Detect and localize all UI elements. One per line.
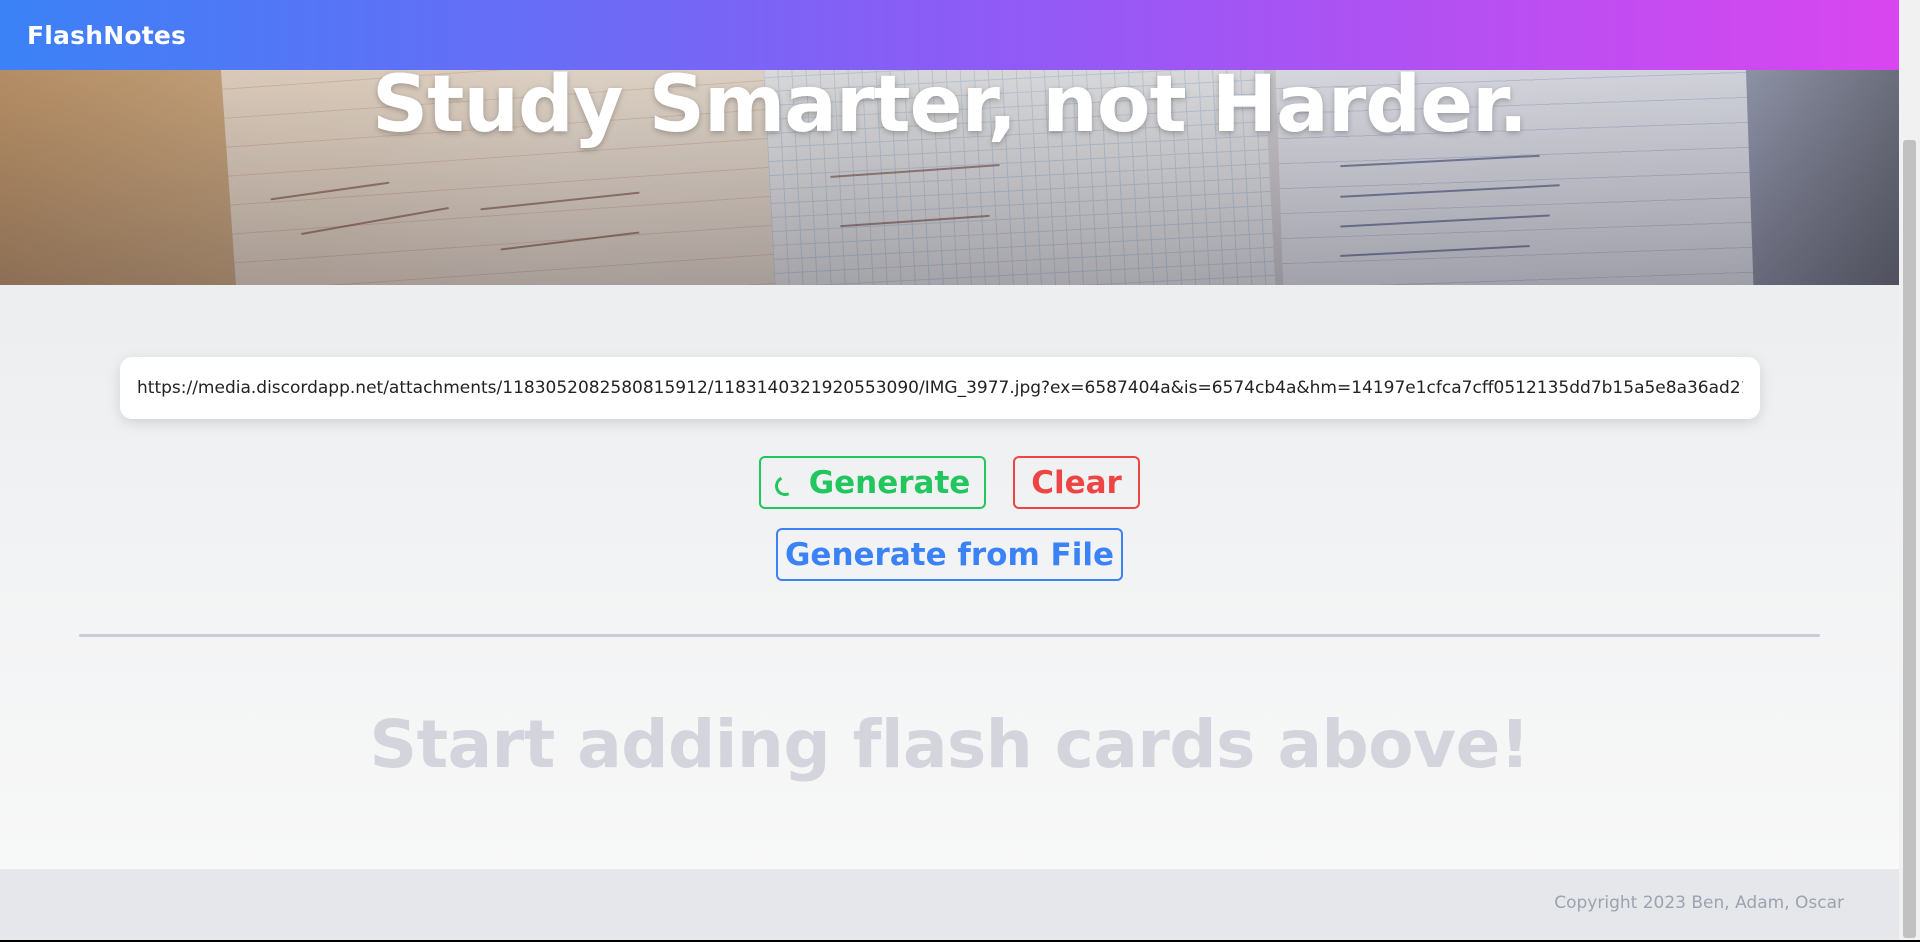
clear-button[interactable]: Clear [1013,456,1140,509]
generate-from-file-button[interactable]: Generate from File [776,528,1123,581]
generate-from-file-button-label: Generate from File [784,536,1115,573]
hero-banner: Study Smarter, not Harder. [0,70,1899,285]
clear-button-label: Clear [1031,464,1122,501]
vertical-scrollbar[interactable] [1899,0,1920,940]
hero-title: Study Smarter, not Harder. [371,70,1528,150]
generate-button-label: Generate [808,464,971,501]
page: FlashNotes Study Smarter, not Harder. Ge… [0,0,1899,940]
empty-cards-message: Start adding flash cards above! [369,706,1530,783]
footer: Copyright 2023 Ben, Adam, Oscar [0,869,1899,940]
copyright-text: Copyright 2023 Ben, Adam, Oscar [1554,893,1844,913]
generate-button[interactable]: Generate [759,456,986,509]
navbar: FlashNotes [0,0,1899,70]
spinner-icon [771,472,798,499]
scrollbar-thumb[interactable] [1903,140,1916,938]
brand-logo[interactable]: FlashNotes [27,21,186,50]
image-url-input[interactable] [120,357,1760,419]
section-divider [79,634,1820,637]
